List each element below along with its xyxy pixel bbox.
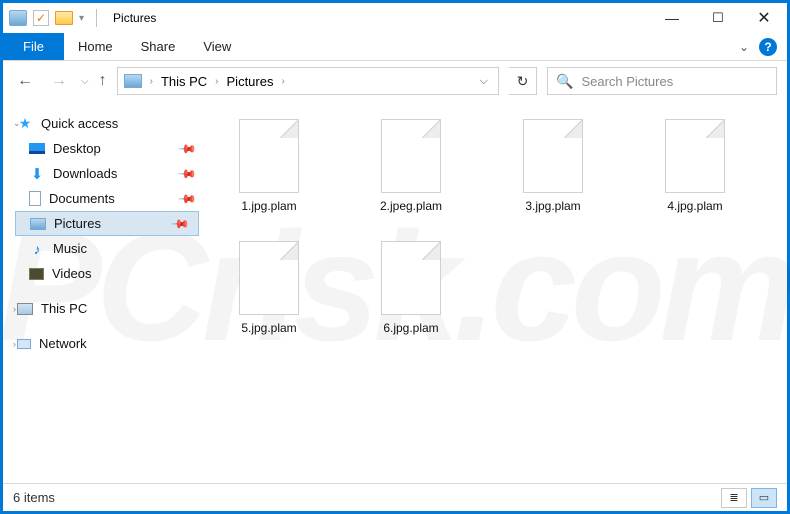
pc-icon (17, 303, 33, 315)
sidebar-item-label: Pictures (54, 216, 101, 231)
desk-icon (29, 143, 45, 154)
file-icon (523, 119, 583, 193)
chevron-down-icon[interactable]: ⌄ (13, 118, 21, 129)
file-name: 1.jpg.plam (241, 199, 296, 213)
network-icon (17, 339, 31, 349)
qat-properties-icon[interactable]: ✓ (33, 10, 49, 26)
file-icon (381, 241, 441, 315)
sidebar-item-label: Desktop (53, 141, 101, 156)
help-icon[interactable]: ? (759, 38, 777, 56)
navigation-row: ← → ⌵ ↑ › This PC › Pictures › ⌵ ↻ 🔍 Sea… (3, 61, 787, 101)
file-item[interactable]: 2.jpeg.plam (361, 119, 461, 213)
sidebar-label: Network (39, 336, 87, 351)
app-icon (9, 10, 27, 26)
status-bar: 6 items ≣ ▭ (3, 483, 787, 511)
title-bar: ✓ ▾ Pictures — ☐ ✕ (3, 3, 787, 33)
file-name: 5.jpg.plam (241, 321, 296, 335)
sidebar-quick-access[interactable]: ⌄ ★ Quick access (15, 111, 205, 136)
pin-icon: 📌 (177, 188, 197, 208)
qat-customize-icon[interactable]: ▾ (79, 13, 84, 24)
sidebar-item-documents[interactable]: Documents 📌 (15, 186, 205, 211)
pin-icon: 📌 (170, 213, 190, 233)
sidebar-item-label: Downloads (53, 166, 117, 181)
chevron-right-icon[interactable]: › (13, 339, 16, 349)
recent-locations-icon[interactable]: ⌵ (81, 76, 89, 87)
qat-new-folder-icon[interactable] (55, 11, 73, 25)
thumbnails-view-button[interactable]: ▭ (751, 488, 777, 508)
minimize-button[interactable]: — (649, 3, 695, 33)
window-controls: — ☐ ✕ (649, 3, 787, 33)
file-icon (239, 119, 299, 193)
forward-button[interactable]: → (47, 72, 71, 90)
chevron-right-icon[interactable]: › (150, 76, 153, 87)
back-button[interactable]: ← (13, 72, 37, 90)
ribbon: File Home Share View ⌄ ? (3, 33, 787, 61)
file-tab[interactable]: File (3, 33, 64, 60)
up-button[interactable]: ↑ (99, 72, 107, 90)
chevron-right-icon[interactable]: › (13, 304, 16, 314)
sidebar-item-label: Music (53, 241, 87, 256)
pic-icon (30, 218, 46, 230)
tab-share[interactable]: Share (127, 33, 190, 60)
search-icon: 🔍 (556, 73, 573, 90)
search-box[interactable]: 🔍 Search Pictures (547, 67, 777, 95)
details-view-button[interactable]: ≣ (721, 488, 747, 508)
file-item[interactable]: 4.jpg.plam (645, 119, 745, 213)
sidebar-this-pc[interactable]: › This PC (15, 296, 205, 321)
file-icon (239, 241, 299, 315)
location-icon (124, 74, 142, 88)
search-placeholder: Search Pictures (581, 74, 673, 89)
sidebar-label: This PC (41, 301, 87, 316)
chevron-right-icon[interactable]: › (281, 76, 284, 87)
file-item[interactable]: 3.jpg.plam (503, 119, 603, 213)
window-title: Pictures (113, 11, 156, 25)
dl-icon: ⬇ (29, 166, 45, 182)
file-name: 4.jpg.plam (667, 199, 722, 213)
file-icon (381, 119, 441, 193)
sidebar-item-videos[interactable]: Videos (15, 261, 205, 286)
file-item[interactable]: 6.jpg.plam (361, 241, 461, 335)
item-count: 6 items (13, 490, 55, 505)
sidebar-label: Quick access (41, 116, 118, 131)
tab-view[interactable]: View (189, 33, 245, 60)
file-item[interactable]: 1.jpg.plam (219, 119, 319, 213)
vid-icon (29, 268, 44, 280)
pin-icon: 📌 (177, 138, 197, 158)
sidebar-network[interactable]: › Network (15, 331, 205, 356)
file-item[interactable]: 5.jpg.plam (219, 241, 319, 335)
breadcrumb-current[interactable]: Pictures (227, 74, 274, 89)
mus-icon: ♪ (29, 241, 45, 257)
address-bar[interactable]: › This PC › Pictures › ⌵ (117, 67, 499, 95)
navigation-pane: ⌄ ★ Quick access Desktop📌⬇Downloads📌Docu… (3, 101, 205, 483)
chevron-right-icon[interactable]: › (215, 76, 218, 87)
separator (96, 9, 97, 27)
file-icon (665, 119, 725, 193)
close-button[interactable]: ✕ (741, 3, 787, 33)
pin-icon: 📌 (177, 163, 197, 183)
ribbon-expand-icon[interactable]: ⌄ (739, 40, 749, 54)
sidebar-item-downloads[interactable]: ⬇ Downloads 📌 (15, 161, 205, 186)
breadcrumb-root[interactable]: This PC (161, 74, 207, 89)
file-name: 2.jpeg.plam (380, 199, 442, 213)
doc-icon (29, 191, 41, 206)
tab-home[interactable]: Home (64, 33, 127, 60)
maximize-button[interactable]: ☐ (695, 3, 741, 33)
sidebar-item-pictures[interactable]: Pictures 📌 (15, 211, 199, 236)
file-name: 3.jpg.plam (525, 199, 580, 213)
quick-access-toolbar: ✓ ▾ Pictures (3, 9, 162, 27)
refresh-button[interactable]: ↻ (509, 67, 537, 95)
file-name: 6.jpg.plam (383, 321, 438, 335)
file-pane[interactable]: 1.jpg.plam 2.jpeg.plam 3.jpg.plam 4.jpg.pla… (205, 101, 787, 483)
sidebar-item-music[interactable]: ♪ Music (15, 236, 205, 261)
address-dropdown-icon[interactable]: ⌵ (476, 75, 492, 88)
sidebar-item-label: Documents (49, 191, 115, 206)
sidebar-item-desktop[interactable]: Desktop 📌 (15, 136, 205, 161)
sidebar-item-label: Videos (52, 266, 92, 281)
